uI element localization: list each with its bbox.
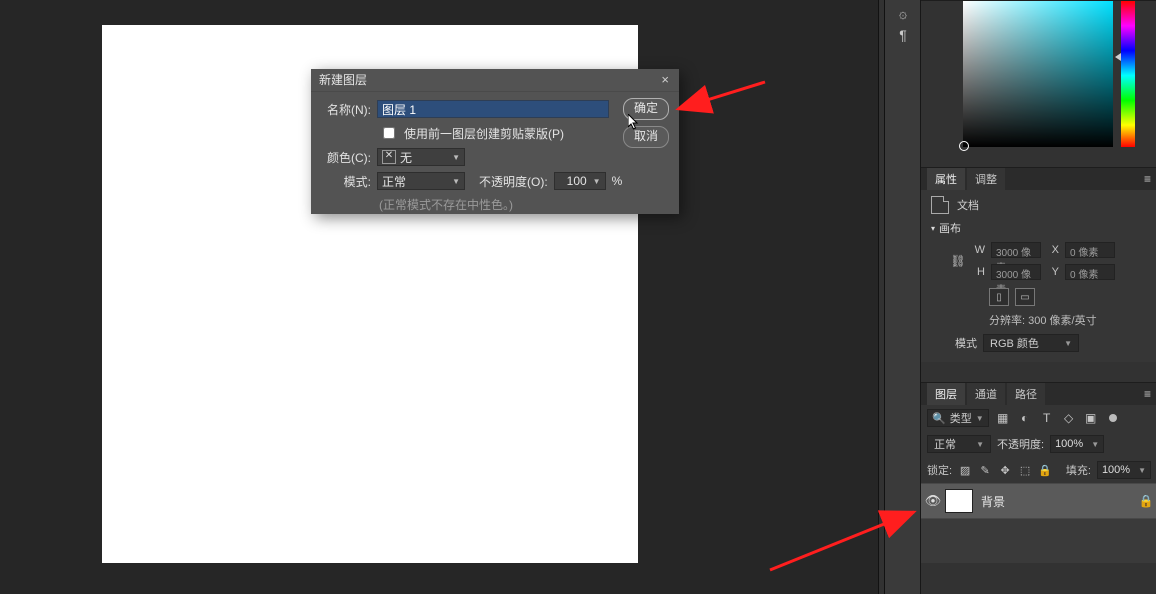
lock-position-icon[interactable]: ✥ [998, 464, 1012, 477]
layer-list: 👁 背景 🔒 [921, 483, 1156, 563]
x-value[interactable]: 0 像素 [1065, 242, 1115, 258]
clip-mask-checkbox[interactable] [383, 127, 395, 139]
y-label: Y [1047, 266, 1059, 278]
color-mode-value: RGB 颜色 [990, 335, 1039, 351]
opacity-unit: % [612, 174, 623, 188]
filter-toggle-icon[interactable] [1109, 414, 1117, 422]
document-label: 文档 [957, 197, 979, 213]
layer-opacity-input[interactable]: 100% ▼ [1050, 435, 1104, 453]
properties-panel: 属性 调整 ≡ 文档 ▾ 画布 ⛓ W 3000 像素 X 0 像素 H 300… [921, 167, 1156, 362]
blend-mode-select[interactable]: 正常 ▼ [377, 172, 465, 190]
panel-menu-icon[interactable]: ≡ [1144, 387, 1151, 401]
layer-opacity-label: 不透明度: [997, 436, 1044, 452]
lock-transparency-icon[interactable]: ▨ [958, 464, 972, 477]
filter-type-icon[interactable]: T [1039, 410, 1055, 426]
canvas-section-header[interactable]: ▾ 画布 [931, 220, 1147, 236]
lock-label: 锁定: [927, 462, 952, 478]
color-field[interactable] [963, 1, 1113, 147]
opacity-input[interactable]: ▼ [554, 172, 606, 190]
paragraph-styles-icon[interactable]: ۞ [893, 4, 913, 22]
layer-name-input[interactable] [377, 100, 609, 118]
right-panel-stack: 属性 调整 ≡ 文档 ▾ 画布 ⛓ W 3000 像素 X 0 像素 H 300… [920, 0, 1156, 594]
height-value[interactable]: 3000 像素 [991, 264, 1041, 280]
chevron-down-icon: ▾ [931, 224, 935, 233]
portrait-orientation-icon[interactable]: ▯ [989, 288, 1009, 306]
color-mode-label: 模式 [955, 335, 977, 351]
width-value[interactable]: 3000 像素 [991, 242, 1041, 258]
chevron-down-icon: ▼ [452, 153, 460, 162]
y-value[interactable]: 0 像素 [1065, 264, 1115, 280]
layer-blend-select[interactable]: 正常 ▼ [927, 435, 991, 453]
ok-button[interactable]: 确定 [623, 98, 669, 120]
layer-fill-input[interactable]: 100% ▼ [1097, 461, 1151, 479]
chevron-down-icon: ▼ [589, 177, 605, 186]
link-dimensions-icon[interactable]: ⛓ [949, 254, 967, 268]
layer-row-background[interactable]: 👁 背景 🔒 [921, 483, 1156, 519]
lock-icon[interactable]: 🔒 [1135, 494, 1156, 508]
chevron-down-icon: ▼ [976, 414, 984, 423]
layer-blend-value: 正常 [934, 436, 956, 452]
no-color-icon: ✕ [382, 150, 396, 164]
chevron-down-icon: ▼ [452, 177, 460, 186]
visibility-toggle-icon[interactable]: 👁 [921, 493, 945, 509]
close-icon[interactable]: × [659, 69, 671, 91]
chevron-down-icon: ▼ [1064, 339, 1072, 348]
chevron-down-icon: ▼ [1134, 466, 1150, 475]
dialog-titlebar[interactable]: 新建图层 × [311, 69, 679, 92]
clip-mask-label: 使用前一图层创建剪贴蒙版(P) [404, 125, 564, 142]
resolution-label: 分辨率: 300 像素/英寸 [989, 312, 1147, 328]
filter-adjustment-icon[interactable]: ◐ [1017, 410, 1033, 426]
color-panel [921, 0, 1156, 167]
landscape-orientation-icon[interactable]: ▭ [1015, 288, 1035, 306]
collapsed-panel-dock: ۞ ¶ [884, 0, 922, 594]
color-select[interactable]: ✕ 无 ▼ [377, 148, 465, 166]
layer-thumbnail[interactable] [945, 489, 973, 513]
layer-fill-value: 100% [1098, 464, 1134, 476]
new-layer-dialog: 新建图层 × 确定 取消 名称(N): 使用前一图层创建剪贴蒙版(P) 颜色(C… [311, 69, 679, 214]
chevron-down-icon: ▼ [976, 440, 984, 449]
canvas-section-label: 画布 [939, 220, 961, 236]
filter-pixel-icon[interactable]: ▦ [995, 410, 1011, 426]
chevron-down-icon: ▼ [1087, 440, 1103, 449]
filter-shape-icon[interactable]: ◇ [1061, 410, 1077, 426]
tab-layers[interactable]: 图层 [927, 383, 965, 405]
fill-label: 填充: [1066, 462, 1091, 478]
hue-slider[interactable] [1121, 1, 1135, 147]
glyphs-icon[interactable]: ¶ [893, 26, 913, 44]
layer-name[interactable]: 背景 [981, 493, 1135, 510]
opacity-label: 不透明度(O): [479, 173, 548, 190]
dialog-title: 新建图层 [319, 69, 367, 91]
height-label: H [973, 266, 985, 278]
color-value: 无 [400, 149, 412, 166]
layer-opacity-value: 100% [1051, 438, 1087, 450]
cancel-button[interactable]: 取消 [623, 126, 669, 148]
tab-channels[interactable]: 通道 [967, 383, 1005, 405]
tab-adjustments[interactable]: 调整 [967, 168, 1005, 190]
layers-panel: 图层 通道 路径 ≡ 🔍 类型 ▼ ▦ ◐ T ◇ ▣ 正常 ▼ 不透明度: [921, 382, 1156, 563]
work-area: 新建图层 × 确定 取消 名称(N): 使用前一图层创建剪贴蒙版(P) 颜色(C… [0, 0, 878, 594]
panel-menu-icon[interactable]: ≡ [1144, 172, 1151, 186]
lock-pixels-icon[interactable]: ✎ [978, 464, 992, 477]
layer-filter-select[interactable]: 🔍 类型 ▼ [927, 409, 989, 427]
opacity-value-field[interactable] [555, 174, 589, 188]
filter-smart-icon[interactable]: ▣ [1083, 410, 1099, 426]
name-label: 名称(N): [321, 101, 371, 118]
color-mode-select[interactable]: RGB 颜色 ▼ [983, 334, 1079, 352]
mode-value: 正常 [382, 173, 406, 190]
tab-paths[interactable]: 路径 [1007, 383, 1045, 405]
document-icon [931, 196, 949, 214]
lock-artboard-icon[interactable]: ⬚ [1018, 464, 1032, 477]
tab-properties[interactable]: 属性 [927, 168, 965, 190]
neutral-color-hint: (正常模式不存在中性色。) [379, 196, 669, 213]
search-icon: 🔍 [932, 412, 946, 425]
color-picker-ring-icon [959, 141, 969, 151]
lock-all-icon[interactable]: 🔒 [1038, 464, 1052, 477]
x-label: X [1047, 244, 1059, 256]
color-label: 颜色(C): [321, 149, 371, 166]
mode-label: 模式: [321, 173, 371, 190]
width-label: W [973, 244, 985, 256]
layer-filter-value: 类型 [950, 410, 972, 426]
